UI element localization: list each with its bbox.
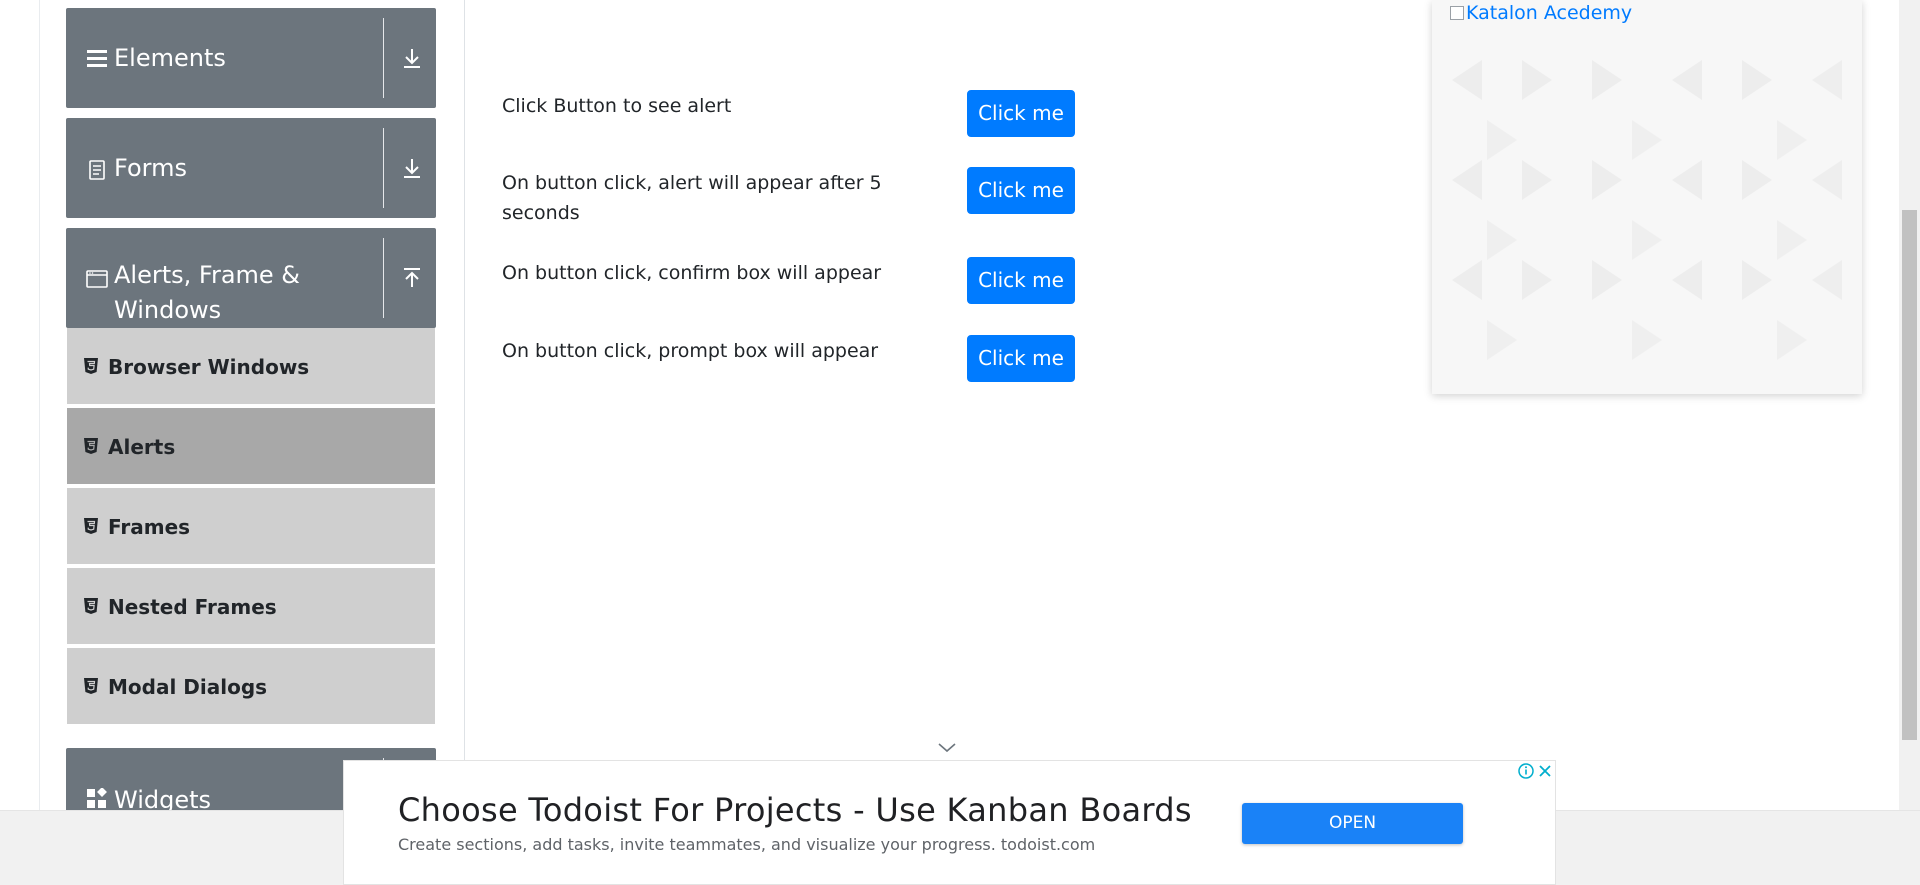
group-header-elements[interactable]: Elements: [66, 8, 436, 108]
ad-close-icon[interactable]: [1536, 762, 1554, 780]
timer-alert-button[interactable]: Click me: [967, 167, 1075, 214]
group-header-forms[interactable]: Forms: [66, 118, 436, 218]
prompt-button[interactable]: Click me: [967, 335, 1075, 382]
sidebar-item-label: Browser Windows: [108, 355, 310, 379]
vertical-scrollbar[interactable]: [1899, 0, 1920, 810]
timer-alert-row-label-line1: On button click, alert will appear after…: [502, 172, 882, 194]
ad-open-button[interactable]: OPEN: [1242, 803, 1463, 844]
broken-image-icon: [1450, 6, 1464, 20]
banner-ad[interactable]: Choose Todoist For Projects - Use Kanban…: [343, 760, 1556, 885]
group-title-line2: Windows: [114, 296, 222, 324]
html5-icon: [84, 678, 98, 694]
group-title-line1: Alerts, Frame &: [114, 261, 301, 289]
sidebar-item-modal-dialogs[interactable]: Modal Dialogs: [67, 648, 435, 726]
group-header-alerts-frame-windows[interactable]: Alerts, Frame & Windows: [66, 228, 436, 328]
ad-title[interactable]: Choose Todoist For Projects - Use Kanban…: [398, 791, 1192, 829]
widgets-icon: [87, 788, 107, 808]
image-alt-text: Katalon Acedemy: [1466, 2, 1633, 24]
left-panel: Elements Forms Alerts, Frame & Windows B…: [39, 0, 465, 848]
prompt-row-label: On button click, prompt box will appear: [502, 340, 879, 362]
html5-icon: [84, 438, 98, 454]
sidebar-item-label: Alerts: [108, 435, 176, 459]
menu-lines-icon: [87, 50, 107, 67]
group-title: Forms: [114, 154, 187, 182]
window-icon: [86, 270, 108, 288]
sidebar-item-browser-windows[interactable]: Browser Windows: [67, 328, 435, 406]
sidebar-item-frames[interactable]: Frames: [67, 488, 435, 566]
sidebar-item-label: Frames: [108, 515, 191, 539]
alert-row-label: Click Button to see alert: [502, 95, 732, 117]
scrollbar-thumb[interactable]: [1902, 210, 1917, 740]
confirm-row-label: On button click, confirm box will appear: [502, 262, 882, 284]
sidebar-item-nested-frames[interactable]: Nested Frames: [67, 568, 435, 646]
side-ad[interactable]: Katalon Acedemy: [1432, 0, 1862, 394]
chevron-down-icon[interactable]: [937, 741, 957, 755]
sidebar-item-label: Nested Frames: [108, 595, 277, 619]
html5-icon: [84, 518, 98, 534]
confirm-button[interactable]: Click me: [967, 257, 1075, 304]
html5-icon: [84, 358, 98, 374]
document-icon: [89, 160, 105, 180]
sidebar-item-alerts[interactable]: Alerts: [67, 408, 435, 486]
timer-alert-row-label-line2: seconds: [502, 202, 580, 224]
divider: [383, 18, 384, 98]
ad-info-icon[interactable]: [1517, 762, 1535, 780]
divider: [383, 128, 384, 208]
download-arrow-icon[interactable]: [398, 44, 426, 72]
html5-icon: [84, 598, 98, 614]
alert-button[interactable]: Click me: [967, 90, 1075, 137]
ad-subtitle[interactable]: Create sections, add tasks, invite teamm…: [398, 835, 1095, 854]
divider: [383, 238, 384, 318]
group-title: Elements: [114, 44, 226, 72]
sidebar-item-label: Modal Dialogs: [108, 675, 268, 699]
download-arrow-icon[interactable]: [398, 154, 426, 182]
triangle-pattern-background: [1452, 60, 1842, 360]
upload-arrow-icon[interactable]: [398, 264, 426, 292]
broken-image-link[interactable]: Katalon Acedemy: [1450, 2, 1632, 24]
